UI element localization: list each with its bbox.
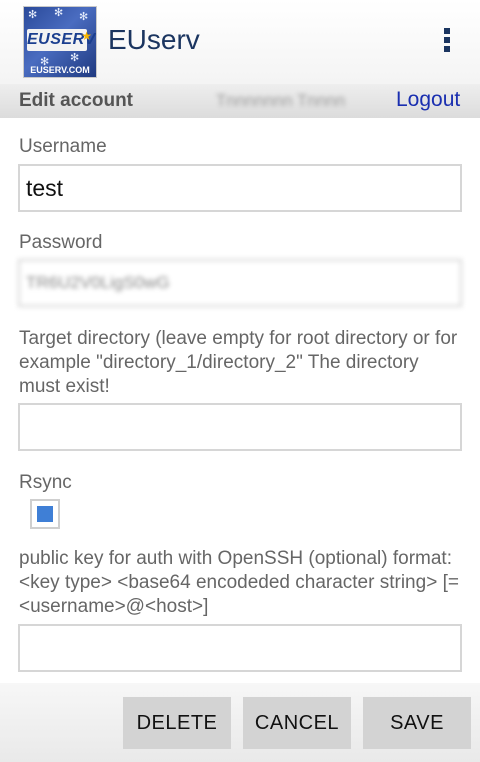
header-strip: Edit account Tnnnnnnn Tnnnn Logout	[0, 84, 480, 118]
target-directory-label: Target directory (leave empty for root d…	[19, 328, 458, 397]
cancel-button[interactable]: CANCEL	[243, 697, 351, 749]
target-directory-field[interactable]	[18, 403, 462, 451]
save-button[interactable]: SAVE	[363, 697, 471, 749]
logout-link[interactable]: Logout	[396, 88, 460, 112]
username-field[interactable]	[18, 164, 462, 212]
app-title: EUserv	[108, 24, 200, 55]
password-label: Password	[19, 232, 103, 253]
rsync-label: Rsync	[19, 472, 72, 493]
public-key-field[interactable]	[18, 624, 462, 672]
rsync-checkbox[interactable]	[30, 499, 60, 529]
username-label: Username	[19, 136, 107, 157]
logo-star-icon: ★	[81, 29, 92, 43]
checkbox-checked-indicator	[37, 506, 53, 522]
page-title: Edit account	[19, 90, 134, 111]
logged-in-user: Tnnnnnnn Tnnnn	[216, 91, 346, 110]
logo-url: EUSERV.COM	[30, 65, 90, 75]
overflow-menu-icon[interactable]	[436, 28, 458, 58]
app-bar: ✻ ✻ ✻ ✻ ✻ EUSERV ★ EUSERV.COM EUserv	[0, 0, 480, 84]
delete-button[interactable]: DELETE	[123, 697, 231, 749]
logo-wordmark: EUSERV	[27, 29, 95, 51]
public-key-label: public key for auth with OpenSSH (option…	[19, 548, 459, 617]
password-field[interactable]	[18, 259, 462, 307]
euserv-logo: ✻ ✻ ✻ ✻ ✻ EUSERV ★ EUSERV.COM	[23, 6, 97, 78]
